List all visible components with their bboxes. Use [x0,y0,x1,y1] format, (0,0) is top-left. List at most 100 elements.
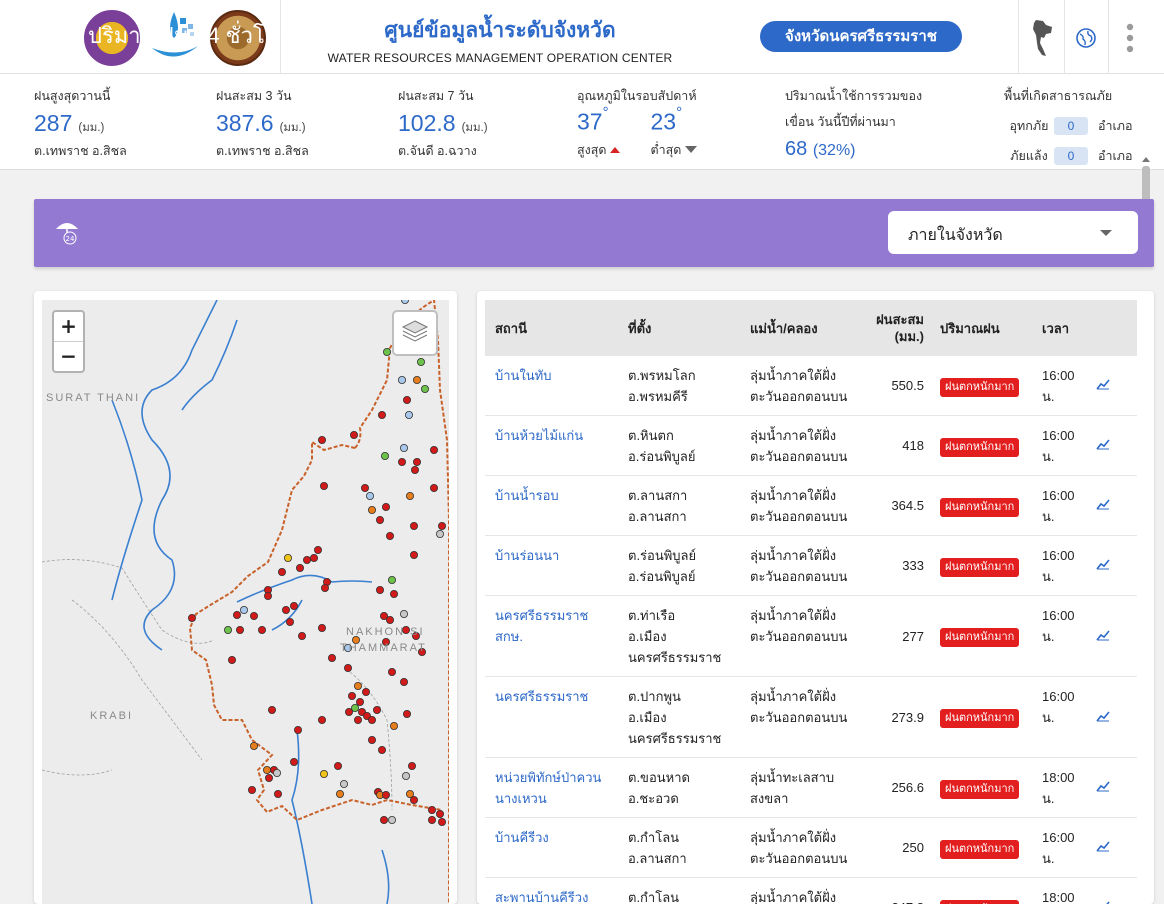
rain-gauge-marker[interactable] [397,376,406,385]
rain-gauge-marker[interactable] [273,789,282,798]
table-row[interactable]: บ้านร่อนนา ต.ร่อนพิบูลย์ อ.ร่อนพิบูลย์ ลุ่… [485,535,1137,596]
rain-gauge-marker[interactable] [367,505,376,514]
table-row[interactable]: บ้านในทับ ต.พรหมโลก อ.พรหมคีรี ลุ่มน้ำภาคใ… [485,356,1137,416]
rain-gauge-marker[interactable] [401,300,409,304]
col-header-rain[interactable]: ฝนสะสม (มม.) [854,300,930,356]
rain-gauge-marker[interactable] [389,721,398,730]
rain-gauge-marker[interactable] [295,563,304,572]
chart-cell[interactable] [1090,676,1137,758]
chart-cell[interactable] [1090,475,1137,536]
rain-gauge-marker[interactable] [420,385,429,394]
table-row[interactable]: บ้านห้วยไม้แก่น ต.หินตก อ.ร่อนพิบูลย์ ลุ่ม… [485,415,1137,476]
rain-gauge-marker[interactable] [409,550,418,559]
rain-gauge-marker[interactable] [427,816,436,825]
table-row[interactable]: สะพานบ้านคีรีวง ตอนล่างต.กำโลน อ.ลานสกาล… [485,877,1137,904]
rain-gauge-marker[interactable] [385,615,394,624]
rain-gauge-marker[interactable] [401,771,410,780]
rain-gauge-marker[interactable] [320,583,329,592]
rain-gauge-marker[interactable] [285,617,294,626]
rain-gauge-marker[interactable] [399,609,408,618]
line-chart-icon[interactable] [1096,438,1110,453]
rain-gauge-marker[interactable] [381,790,390,799]
chart-cell[interactable] [1090,356,1137,416]
rain-gauge-marker[interactable] [319,769,328,778]
rain-gauge-marker[interactable] [249,611,258,620]
rain-gauge-marker[interactable] [372,705,381,714]
chart-cell[interactable] [1090,817,1137,878]
rain-gauge-marker[interactable] [387,667,396,676]
rain-gauge-marker[interactable] [327,653,336,662]
rain-gauge-marker[interactable] [361,687,370,696]
station-name[interactable]: บ้านในทับ [485,356,618,416]
province-button[interactable]: จังหวัดนครศรีธรรมราช [760,21,962,52]
station-name[interactable]: บ้านร่อนนา [485,535,618,596]
rain-gauge-marker[interactable] [399,677,408,686]
rain-gauge-marker[interactable] [367,735,376,744]
chart-cell[interactable] [1090,595,1137,677]
col-header-time[interactable]: เวลา [1032,300,1090,356]
rain-gauge-marker[interactable] [377,745,386,754]
rain-gauge-marker[interactable] [339,779,348,788]
station-name[interactable]: บ้านคีรีวง [485,817,618,878]
rain-gauge-marker[interactable] [377,411,386,420]
rain-gauge-marker[interactable] [412,457,421,466]
rain-gauge-marker[interactable] [272,768,281,777]
rain-gauge-marker[interactable] [264,773,273,782]
area-filter-dropdown[interactable]: ภายในจังหวัด [888,211,1138,254]
col-header-level[interactable]: ปริมาณฝน [930,300,1032,356]
station-name[interactable]: บ้านห้วยไม้แก่น [485,415,618,476]
station-name[interactable]: บ้านน้ำรอบ [485,475,618,536]
rain-gauge-marker[interactable] [387,575,396,584]
rain-gauge-marker[interactable] [257,625,266,634]
rain-gauge-marker[interactable] [249,741,258,750]
rain-gauge-marker[interactable] [289,757,298,766]
rain-gauge-marker[interactable] [319,481,328,490]
rain-gauge-marker[interactable] [409,795,418,804]
rain-gauge-marker[interactable] [397,457,406,466]
rain-gauge-marker[interactable] [353,715,362,724]
table-row[interactable]: บ้านคีรีวง ต.กำโลน อ.ลานสกา ลุ่มน้ำภาคใต้ฝ… [485,817,1137,878]
station-name[interactable]: นครศรีธรรมราช สกษ. [485,595,618,677]
rain-gauge-marker[interactable] [404,411,413,420]
col-header-station[interactable]: สถานี [485,300,618,356]
rain-gauge-marker[interactable] [410,465,419,474]
line-chart-icon[interactable] [1096,780,1110,795]
rain-gauge-marker[interactable] [380,451,389,460]
zoom-in-button[interactable]: + [54,312,83,341]
rain-gauge-marker[interactable] [379,816,388,825]
line-chart-icon[interactable] [1096,498,1110,513]
rain-gauge-marker[interactable] [317,715,326,724]
rain-gauge-marker[interactable] [309,553,318,562]
rain-gauge-marker[interactable] [375,585,384,594]
rain-gauge-marker[interactable] [281,605,290,614]
chart-cell[interactable] [1090,757,1137,818]
chart-cell[interactable] [1090,415,1137,476]
chart-cell[interactable] [1090,535,1137,596]
table-row[interactable]: นครศรีธรรมราช สกษ. ต.ท่าเรือ อ.เมือง นครศ… [485,595,1137,677]
rain-gauge-marker[interactable] [335,789,344,798]
station-name[interactable]: สะพานบ้านคีรีวง ตอนล่าง [485,877,618,904]
rain-gauge-marker[interactable] [232,610,241,619]
rain-gauge-marker[interactable] [313,545,322,554]
line-chart-icon[interactable] [1096,900,1110,904]
rain-map[interactable]: SURAT THANI KRABI NAKHON SI THAMMARAT [42,300,449,904]
rain-gauge-marker[interactable] [317,623,326,632]
rain-gauge-marker[interactable] [263,591,272,600]
rain-gauge-marker[interactable] [416,358,425,367]
rain-gauge-marker[interactable] [293,725,302,734]
rain-gauge-marker[interactable] [402,396,411,405]
rain-gauge-marker[interactable] [412,376,421,385]
rain-gauge-marker[interactable] [365,491,374,500]
rain-gauge-marker[interactable] [239,605,248,614]
rain-gauge-marker[interactable] [435,529,444,538]
rain-gauge-marker[interactable] [381,502,390,511]
rain-gauge-marker[interactable] [349,430,358,439]
rain-gauge-marker[interactable] [227,655,236,664]
table-row[interactable]: บ้านน้ำรอบ ต.ลานสกา อ.ลานสกา ลุ่มน้ำภาคใต้… [485,475,1137,536]
rain-gauge-marker[interactable] [302,555,311,564]
globe-icon[interactable] [1066,18,1106,58]
rain-gauge-marker[interactable] [382,348,391,357]
rain-gauge-marker[interactable] [375,515,384,524]
line-chart-icon[interactable] [1096,840,1110,855]
rain-gauge-marker[interactable] [407,761,416,770]
